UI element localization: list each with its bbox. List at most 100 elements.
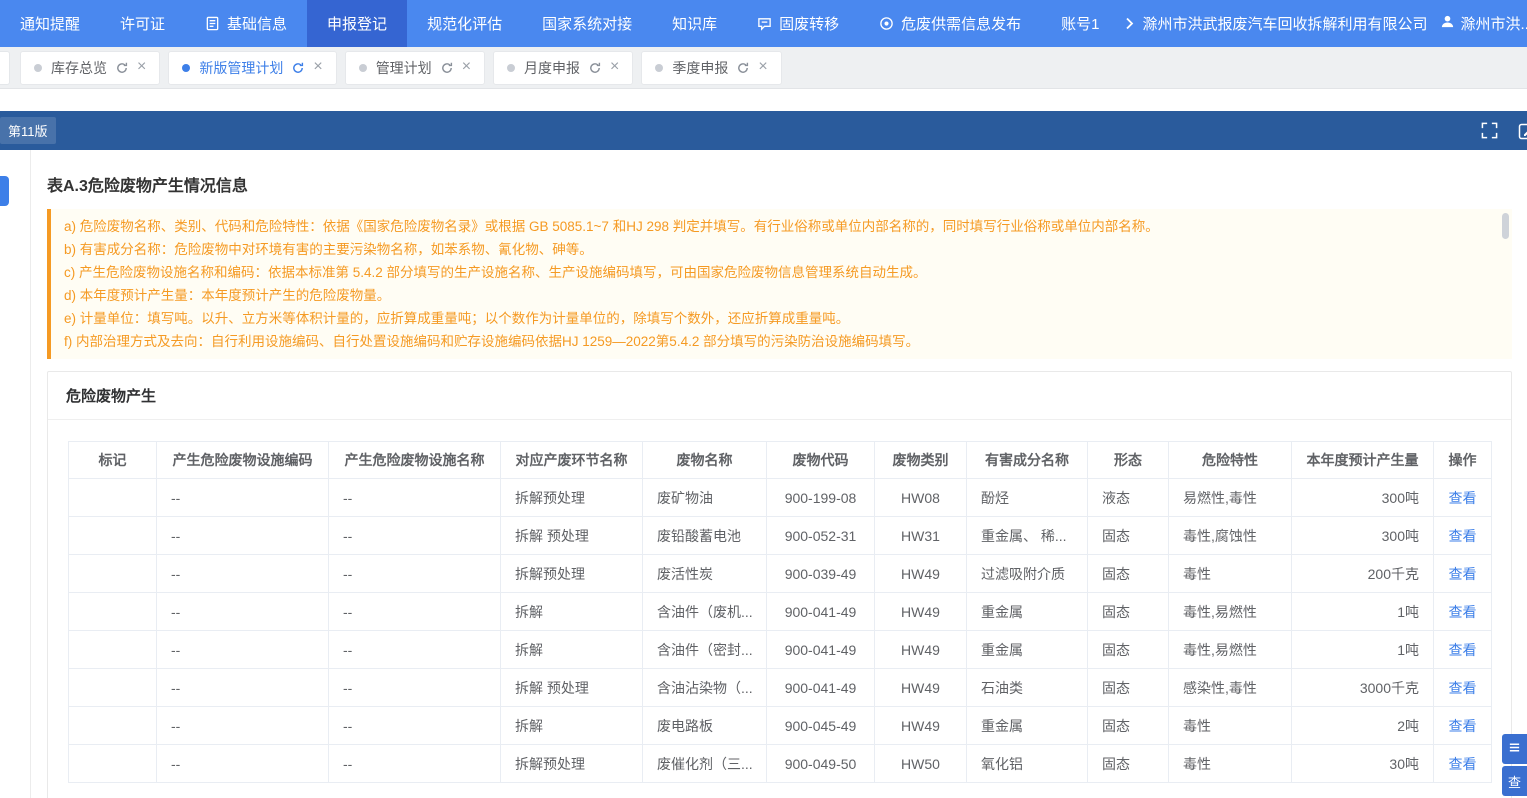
user-menu[interactable]: 滁州市洪...: [1440, 13, 1527, 34]
drawer-handle[interactable]: [0, 176, 9, 206]
cell: 感染性,毒性: [1169, 669, 1292, 707]
refresh-icon[interactable]: [737, 62, 749, 74]
tabs: 库存总览×新版管理计划× 管理计划×月度申报×季度申报×: [20, 51, 782, 85]
cell: HW31: [875, 517, 967, 555]
nav-item-account[interactable]: 账号1: [1041, 0, 1119, 47]
waste-table: 标记产生危险废物设施编码产生危险废物设施名称对应产废环节名称废物名称废物代码废物…: [68, 441, 1492, 783]
action-cell: 查看: [1434, 593, 1492, 631]
cell: 重金属、 稀...: [967, 517, 1088, 555]
view-link[interactable]: 查看: [1449, 490, 1477, 506]
cell: 900-049-50: [767, 745, 875, 783]
scrollbar-thumb[interactable]: [1502, 213, 1509, 239]
close-icon[interactable]: ×: [758, 59, 767, 75]
nav-item-waste-transfer[interactable]: 固废转移: [737, 0, 859, 47]
cell: 拆解 预处理: [501, 669, 643, 707]
refresh-icon[interactable]: [441, 62, 453, 74]
view-link[interactable]: 查看: [1449, 756, 1477, 772]
close-icon[interactable]: ×: [462, 59, 471, 75]
doc-icon: [205, 16, 220, 31]
view-link[interactable]: 查看: [1449, 604, 1477, 620]
nav-item-supply-demand[interactable]: 危废供需信息发布: [859, 0, 1041, 47]
edit-icon[interactable]: [1518, 122, 1527, 140]
tab-management-plan[interactable]: 管理计划×: [345, 51, 485, 85]
view-link[interactable]: 查看: [1449, 680, 1477, 696]
cell: 300吨: [1292, 479, 1434, 517]
menu-icon: [1508, 741, 1521, 757]
view-link[interactable]: 查看: [1449, 718, 1477, 734]
cell: 废催化剂（三...: [643, 745, 767, 783]
floating-menu-button[interactable]: [1502, 734, 1527, 764]
cell: 拆解预处理: [501, 745, 643, 783]
cell: 毒性,腐蚀性: [1169, 517, 1292, 555]
cell: 900-045-49: [767, 707, 875, 745]
cell: 拆解 预处理: [501, 517, 643, 555]
refresh-icon[interactable]: [589, 62, 601, 74]
cell: 氧化铝: [967, 745, 1088, 783]
cell: HW49: [875, 593, 967, 631]
cell: [69, 593, 157, 631]
tab-inventory-overview[interactable]: 库存总览×: [20, 51, 160, 85]
cell: --: [329, 707, 501, 745]
nav-item-label: 账号1: [1061, 13, 1099, 34]
cell: [69, 517, 157, 555]
content-area: 表A.3危险废物产生情况信息 a) 危险废物名称、类别、代码和危险特性：依据《国…: [0, 150, 1527, 798]
tab-new-management-plan[interactable]: 新版管理计划×: [168, 51, 336, 85]
card-body: 标记产生危险废物设施编码产生危险废物设施名称对应产废环节名称废物名称废物代码废物…: [48, 420, 1511, 798]
broadcast-icon: [879, 16, 894, 31]
tab-quarterly-declaration[interactable]: 季度申报×: [641, 51, 781, 85]
cell: 石油类: [967, 669, 1088, 707]
nav-item-label: 申报登记: [327, 13, 387, 34]
cell: 毒性,易燃性: [1169, 593, 1292, 631]
action-cell: 查看: [1434, 555, 1492, 593]
table-row: ----拆解预处理废催化剂（三...900-049-50HW50氧化铝固态毒性3…: [69, 745, 1492, 783]
fullscreen-icon[interactable]: [1481, 122, 1498, 139]
floating-action-button[interactable]: 查: [1502, 766, 1527, 796]
tab-stub[interactable]: [0, 51, 10, 85]
nav-item-declaration[interactable]: 申报登记: [307, 0, 407, 47]
nav-item-notifications[interactable]: 通知提醒: [0, 0, 100, 47]
refresh-icon[interactable]: [292, 62, 304, 74]
view-link[interactable]: 查看: [1449, 566, 1477, 582]
cell: HW49: [875, 669, 967, 707]
cell: --: [329, 669, 501, 707]
nav-item-label: 危废供需信息发布: [901, 13, 1021, 34]
refresh-icon[interactable]: [116, 62, 128, 74]
chevron-right-icon[interactable]: [1125, 17, 1134, 30]
nav-item-label: 知识库: [672, 13, 717, 34]
table-row: ----拆解废电路板900-045-49HW49重金属固态毒性2吨查看: [69, 707, 1492, 745]
nav-item-label: 国家系统对接: [542, 13, 632, 34]
view-link[interactable]: 查看: [1449, 642, 1477, 658]
nav-item-knowledge-base[interactable]: 知识库: [652, 0, 737, 47]
nav-item-basic-info[interactable]: 基础信息: [185, 0, 307, 47]
cell: 900-052-31: [767, 517, 875, 555]
nav-item-assessment[interactable]: 规范化评估: [407, 0, 522, 47]
nav-item-national-system[interactable]: 国家系统对接: [522, 0, 652, 47]
column-header: 标记: [69, 442, 157, 479]
close-icon[interactable]: ×: [137, 59, 146, 75]
toolbar: 第11版: [0, 111, 1527, 150]
cell: HW49: [875, 555, 967, 593]
tab-monthly-declaration[interactable]: 月度申报×: [493, 51, 633, 85]
cell: --: [157, 631, 329, 669]
close-icon[interactable]: ×: [313, 59, 322, 75]
view-link[interactable]: 查看: [1449, 528, 1477, 544]
cell: 毒性: [1169, 555, 1292, 593]
action-cell: 查看: [1434, 479, 1492, 517]
column-header: 有害成分名称: [967, 442, 1088, 479]
cell: 含油件（废机...: [643, 593, 767, 631]
column-header: 操作: [1434, 442, 1492, 479]
cell: 900-041-49: [767, 631, 875, 669]
column-header: 废物名称: [643, 442, 767, 479]
nav-item-license[interactable]: 许可证: [100, 0, 185, 47]
cell: 拆解: [501, 631, 643, 669]
note-line: e) 计量单位：填写吨。以升、立方米等体积计量的，应折算成重量吨；以个数作为计量…: [64, 307, 1486, 330]
table-row: ----拆解含油件（密封...900-041-49HW49重金属固态毒性,易燃性…: [69, 631, 1492, 669]
table-body: ----拆解预处理废矿物油900-199-08HW08酚烃液态易燃性,毒性300…: [69, 479, 1492, 783]
cell: 900-041-49: [767, 593, 875, 631]
waste-generation-card: 危险废物产生 标记产生危险废物设施编码产生危险废物设施名称对应产废环节名称废物名…: [47, 371, 1512, 798]
cell: 固态: [1088, 517, 1169, 555]
close-icon[interactable]: ×: [610, 59, 619, 75]
cell: --: [157, 517, 329, 555]
table-row: ----拆解 预处理含油沾染物（...900-041-49HW49石油类固态感染…: [69, 669, 1492, 707]
note-lines: a) 危险废物名称、类别、代码和危险特性：依据《国家危险废物名录》或根据 GB …: [64, 215, 1486, 353]
